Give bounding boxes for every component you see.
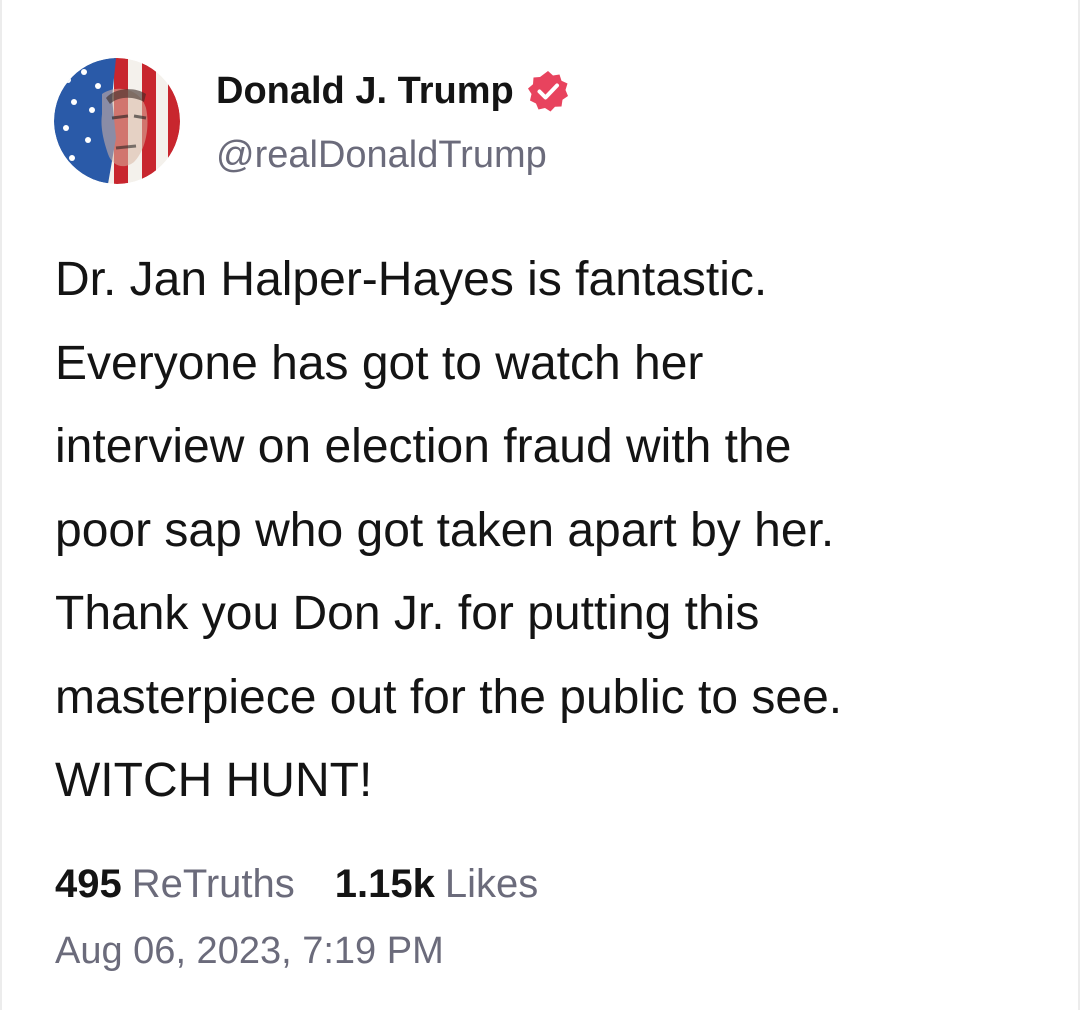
post-stats: 495 ReTruths 1.15k Likes [55, 862, 538, 907]
post-text-line: Thank you Don Jr. for putting this [55, 587, 760, 640]
post-timestamp[interactable]: Aug 06, 2023, 7:19 PM [55, 930, 444, 973]
post-text-line: masterpiece out for the public to see. [55, 670, 843, 724]
post-text-line: Dr. Jan Halper-Hayes is fantastic. [55, 253, 768, 306]
retruths-stat[interactable]: 495 ReTruths [55, 862, 295, 907]
post-text-line: interview on election fraud with the [55, 420, 792, 473]
likes-count: 1.15k [334, 862, 435, 906]
author-display-name[interactable]: Donald J. Trump [216, 70, 514, 113]
post-text: Dr. Jan Halper-Hayes is fantastic. Every… [55, 238, 1045, 823]
post-text-line: poor sap who got taken apart by her. [55, 503, 835, 557]
avatar[interactable] [54, 58, 180, 184]
post-text-line: WITCH HUNT! [55, 754, 373, 807]
author-handle[interactable]: @realDonaldTrump [216, 134, 547, 177]
avatar-image [54, 58, 180, 184]
post-card: Donald J. Trump @realDonaldTrump Dr. Jan… [0, 0, 1080, 1010]
likes-stat[interactable]: 1.15k Likes [335, 862, 539, 907]
likes-label: Likes [444, 862, 539, 906]
retruths-label: ReTruths [131, 862, 295, 906]
verified-badge-icon [526, 69, 570, 113]
author-name-row: Donald J. Trump [216, 66, 570, 116]
post-text-line: Everyone has got to watch her [55, 336, 704, 390]
retruths-count: 495 [55, 862, 122, 906]
